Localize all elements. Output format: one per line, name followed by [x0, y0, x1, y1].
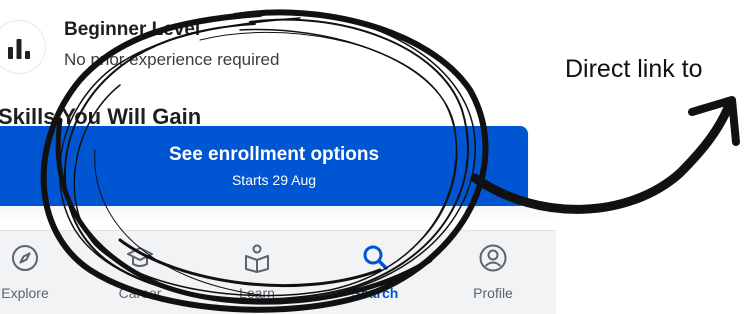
compass-icon: [12, 245, 38, 271]
nav-label-career: Career: [118, 285, 162, 301]
search-icon: [363, 245, 388, 270]
graduation-cap-icon: [127, 247, 153, 267]
nav-item-profile[interactable]: Profile: [448, 243, 538, 301]
nav-label-profile: Profile: [473, 285, 513, 301]
level-icon-container: [0, 20, 46, 74]
nav-item-learn[interactable]: Learn: [212, 243, 302, 301]
bar-chart-icon: [8, 39, 30, 59]
nav-item-search[interactable]: Search: [330, 243, 420, 301]
enrollment-start-date: Starts 29 Aug: [231, 172, 317, 188]
open-book-icon: [245, 244, 269, 273]
bottom-navigation: Explore Career Learn Search Profile: [0, 230, 556, 314]
enrollment-button-label: See enrollment options: [168, 144, 380, 165]
level-info: Beginner Level No prior experience requi…: [0, 12, 556, 82]
nav-label-learn: Learn: [239, 285, 275, 301]
level-subtitle: No prior experience required: [64, 50, 280, 69]
nav-item-explore[interactable]: Explore: [0, 243, 70, 301]
nav-item-career[interactable]: Career: [95, 243, 185, 301]
profile-icon: [479, 244, 507, 272]
level-title: Beginner Level: [64, 19, 201, 40]
nav-label-search: Search: [351, 285, 399, 301]
nav-label-explore: Explore: [1, 285, 49, 301]
annotation-arrow: [470, 96, 740, 214]
